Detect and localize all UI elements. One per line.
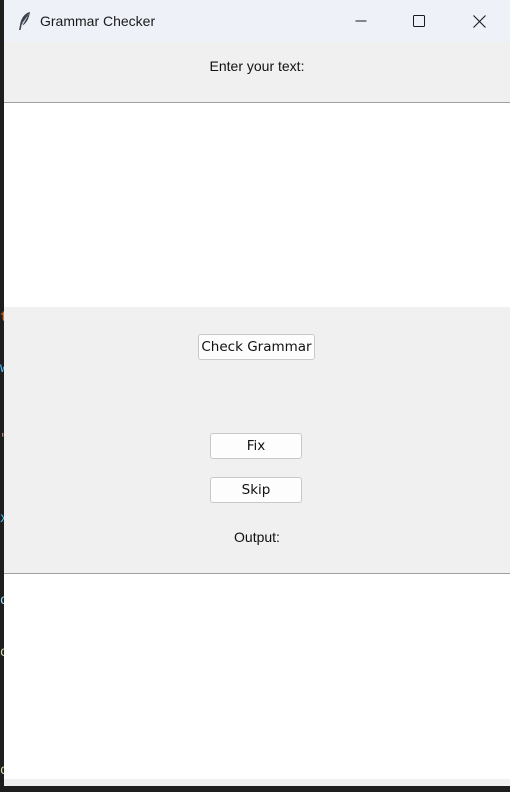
output-label: Output: <box>234 529 280 545</box>
minimize-button[interactable] <box>332 0 390 42</box>
input-textarea[interactable] <box>4 102 510 307</box>
maximize-button[interactable] <box>390 0 448 42</box>
window-title: Grammar Checker <box>40 13 156 29</box>
minimize-icon <box>355 15 367 27</box>
title-bar[interactable]: Grammar Checker <box>4 0 510 42</box>
close-button[interactable] <box>450 0 508 42</box>
close-icon <box>472 14 486 28</box>
input-label: Enter your text: <box>209 58 305 74</box>
app-window: Grammar Checker Enter your text: Check G… <box>4 0 510 786</box>
maximize-icon <box>413 15 425 27</box>
check-grammar-button[interactable]: Check Grammar <box>198 334 315 360</box>
output-textarea[interactable] <box>4 573 510 779</box>
fix-button[interactable]: Fix <box>210 433 302 459</box>
skip-button[interactable]: Skip <box>210 477 302 503</box>
feather-icon <box>16 11 34 31</box>
